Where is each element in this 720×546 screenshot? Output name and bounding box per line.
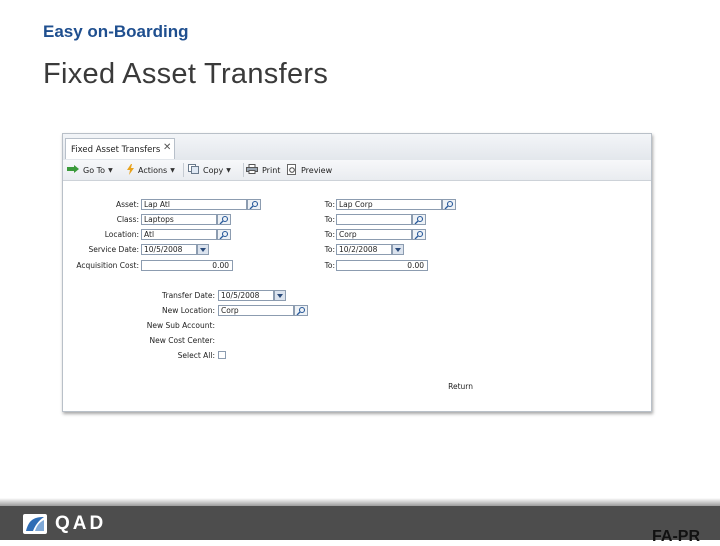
toolbar: Go To ▼ Actions ▼ Copy ▼ Print Preview — [63, 160, 651, 181]
class-to-label: To: — [324, 215, 335, 224]
location-to-field[interactable]: Corp — [336, 229, 412, 240]
search-icon[interactable] — [412, 214, 426, 225]
tab-fixed-asset-transfers[interactable]: Fixed Asset Transfers ✕ — [65, 138, 175, 159]
actions-label: Actions — [138, 165, 168, 175]
search-icon[interactable] — [412, 229, 426, 240]
chevron-down-icon: ▼ — [226, 166, 231, 174]
preview-button[interactable]: Preview — [287, 163, 333, 177]
chevron-down-icon[interactable] — [392, 244, 404, 255]
asset-field[interactable]: Lap Atl — [141, 199, 247, 210]
acquisition-cost-to-field[interactable]: 0.00 — [336, 260, 428, 271]
section-kicker: Easy on-Boarding — [43, 22, 189, 41]
print-button[interactable]: Print — [246, 164, 280, 176]
toolbar-divider — [243, 163, 244, 177]
asset-to-label: To: — [324, 200, 335, 209]
copy-button[interactable]: Copy ▼ — [188, 164, 231, 176]
chevron-down-icon: ▼ — [170, 166, 175, 174]
location-label: Location: — [104, 230, 139, 239]
lightning-icon — [127, 163, 134, 177]
goto-button[interactable]: Go To ▼ — [67, 164, 113, 176]
chevron-down-icon[interactable] — [274, 290, 286, 301]
acquisition-cost-to-label: To: — [324, 261, 335, 270]
slide-code: FA-PR — [652, 528, 700, 545]
service-date-to-field[interactable]: 10/2/2008 — [336, 244, 392, 255]
class-to-field[interactable] — [336, 214, 412, 225]
copy-icon — [188, 164, 199, 176]
search-icon[interactable] — [217, 214, 231, 225]
chevron-down-icon[interactable] — [197, 244, 209, 255]
class-label: Class: — [116, 215, 139, 224]
arrow-icon — [67, 165, 79, 175]
goto-label: Go To — [83, 165, 106, 175]
transfer-date-field[interactable]: 10/5/2008 — [218, 290, 274, 301]
service-date-field[interactable]: 10/5/2008 — [141, 244, 197, 255]
select-all-checkbox[interactable] — [218, 351, 226, 359]
asset-label: Asset: — [115, 200, 139, 209]
acquisition-cost-label: Acquisition Cost: — [76, 261, 139, 270]
app-window: Fixed Asset Transfers ✕ Go To ▼ Actions ▼ … — [62, 133, 652, 412]
new-location-label: New Location: — [162, 306, 215, 315]
footer-bar — [0, 506, 720, 540]
search-icon[interactable] — [442, 199, 456, 210]
search-icon[interactable] — [247, 199, 261, 210]
toolbar-divider — [183, 163, 184, 177]
close-icon[interactable]: ✕ — [163, 142, 171, 153]
service-date-to-label: To: — [324, 245, 335, 254]
print-label: Print — [262, 165, 281, 175]
printer-icon — [246, 164, 258, 176]
location-to-label: To: — [324, 230, 335, 239]
return-button[interactable]: Return — [433, 382, 473, 391]
copy-label: Copy — [203, 165, 224, 175]
location-field[interactable]: Atl — [141, 229, 217, 240]
new-location-field[interactable]: Corp — [218, 305, 294, 316]
transfer-date-label: Transfer Date: — [162, 291, 215, 300]
asset-to-field[interactable]: Lap Corp — [336, 199, 442, 210]
chevron-down-icon: ▼ — [108, 166, 113, 174]
tab-label: Fixed Asset Transfers — [71, 145, 161, 155]
service-date-label: Service Date: — [88, 245, 139, 254]
select-all-label: Select All: — [177, 351, 215, 360]
new-sub-account-label: New Sub Account: — [146, 321, 215, 330]
tab-bar: Fixed Asset Transfers ✕ — [63, 134, 651, 161]
preview-label: Preview — [301, 165, 333, 175]
actions-button[interactable]: Actions ▼ — [127, 163, 175, 177]
class-field[interactable]: Laptops — [141, 214, 217, 225]
new-cost-center-label: New Cost Center: — [149, 336, 215, 345]
footer-gradient — [0, 498, 720, 506]
search-icon[interactable] — [217, 229, 231, 240]
search-icon[interactable] — [294, 305, 308, 316]
brand-name: QAD — [55, 513, 107, 534]
acquisition-cost-field[interactable]: 0.00 — [141, 260, 233, 271]
qad-logo-icon — [23, 514, 47, 539]
page-title: Fixed Asset Transfers — [43, 58, 329, 90]
preview-icon — [287, 163, 297, 177]
